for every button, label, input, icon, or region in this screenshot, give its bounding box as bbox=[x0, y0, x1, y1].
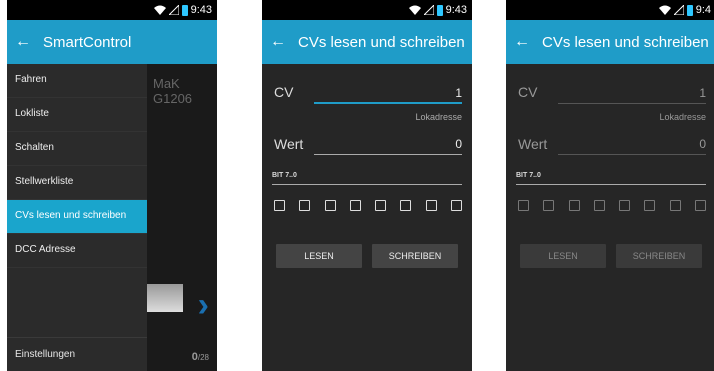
app-bar: ← CVs lesen und schreiben bbox=[262, 20, 472, 64]
screen-title: CVs lesen und schreiben bbox=[542, 33, 709, 51]
drive-screen-behind: MaK G1206 › 0/28 bbox=[147, 64, 217, 371]
wert-input[interactable]: 0 bbox=[314, 135, 462, 155]
bit-3-checkbox[interactable] bbox=[375, 200, 387, 211]
status-time: 9:4 bbox=[695, 4, 711, 16]
app-bar: ← CVs lesen und schreiben bbox=[506, 20, 714, 64]
drawer-item-stellwerkliste[interactable]: Stellwerkliste bbox=[7, 166, 147, 200]
next-arrow-icon[interactable]: › bbox=[198, 286, 209, 325]
wifi-icon bbox=[408, 5, 421, 15]
loco-name: MaK G1206 bbox=[153, 76, 193, 106]
bit-3-checkbox[interactable] bbox=[619, 200, 631, 211]
bit-checkboxes bbox=[518, 200, 706, 211]
cv-hint: Lokadresse bbox=[415, 112, 462, 122]
bit-label: BIT 7..0 bbox=[516, 172, 541, 179]
drawer-item-cvs[interactable]: CVs lesen und schreiben bbox=[7, 200, 147, 234]
bit-2-checkbox[interactable] bbox=[644, 200, 656, 211]
back-arrow-icon[interactable]: ← bbox=[262, 33, 290, 51]
bit-7-checkbox[interactable] bbox=[274, 200, 285, 211]
app-title: SmartControl bbox=[43, 33, 132, 51]
drawer-item-einstellungen[interactable]: Einstellungen bbox=[7, 337, 147, 371]
cv-screen: 9:43 ← CVs lesen und schreiben CV 1 Loka… bbox=[262, 0, 472, 371]
wifi-icon bbox=[658, 5, 671, 15]
wifi-icon bbox=[153, 5, 166, 15]
back-arrow-icon[interactable]: ← bbox=[506, 33, 534, 51]
bit-divider bbox=[272, 184, 462, 185]
bit-6-checkbox[interactable] bbox=[543, 200, 555, 211]
locomotive-image bbox=[147, 284, 183, 312]
cv-form: CV 1 Lokadresse Wert 0 BIT 7..0 LESEN SC… bbox=[506, 64, 714, 371]
signal-icon bbox=[168, 5, 179, 15]
status-time: 9:43 bbox=[190, 4, 212, 16]
bit-divider bbox=[516, 184, 706, 185]
status-bar: 9:4 bbox=[506, 0, 714, 20]
bit-1-checkbox[interactable] bbox=[669, 200, 681, 211]
navigation-drawer: Fahren Lokliste Schalten Stellwerkliste … bbox=[7, 64, 147, 371]
bit-5-checkbox[interactable] bbox=[568, 200, 580, 211]
screen-title: CVs lesen und schreiben bbox=[298, 33, 465, 51]
read-button[interactable]: LESEN bbox=[520, 244, 606, 268]
cv-screen-disabled: 9:4 ← CVs lesen und schreiben CV 1 Lokad… bbox=[506, 0, 714, 371]
wert-label: Wert bbox=[518, 136, 548, 152]
drawer-item-schalten[interactable]: Schalten bbox=[7, 132, 147, 166]
wert-input[interactable]: 0 bbox=[558, 135, 706, 155]
loco-counter: 0/28 bbox=[192, 351, 209, 363]
app-bar: ← SmartControl bbox=[7, 20, 217, 64]
status-bar: 9:43 bbox=[7, 0, 217, 20]
bit-6-checkbox[interactable] bbox=[299, 200, 311, 211]
wert-label: Wert bbox=[274, 136, 304, 152]
bit-4-checkbox[interactable] bbox=[593, 200, 605, 211]
battery-icon bbox=[181, 4, 188, 16]
bit-0-checkbox[interactable] bbox=[694, 200, 706, 211]
cv-input[interactable]: 1 bbox=[558, 84, 706, 104]
write-button[interactable]: SCHREIBEN bbox=[616, 244, 702, 268]
write-button[interactable]: SCHREIBEN bbox=[372, 244, 458, 268]
bit-7-checkbox[interactable] bbox=[518, 200, 529, 211]
battery-icon bbox=[686, 4, 693, 16]
read-button[interactable]: LESEN bbox=[276, 244, 362, 268]
battery-icon bbox=[436, 4, 443, 16]
bit-5-checkbox[interactable] bbox=[324, 200, 336, 211]
cv-form: CV 1 Lokadresse Wert 0 BIT 7..0 LESEN SC… bbox=[262, 64, 472, 371]
cv-hint: Lokadresse bbox=[659, 112, 706, 122]
back-arrow-icon[interactable]: ← bbox=[7, 33, 35, 51]
signal-icon bbox=[673, 5, 684, 15]
cv-label: CV bbox=[274, 84, 294, 100]
status-bar: 9:43 bbox=[262, 0, 472, 20]
bit-label: BIT 7..0 bbox=[272, 172, 297, 179]
drawer-screen: 9:43 ← SmartControl MaK G1206 › 0/28 Fah… bbox=[7, 0, 217, 371]
counter-total: /28 bbox=[197, 353, 209, 362]
cv-label: CV bbox=[518, 84, 538, 100]
cv-input[interactable]: 1 bbox=[314, 84, 462, 104]
bit-1-checkbox[interactable] bbox=[425, 200, 437, 211]
drawer-item-fahren[interactable]: Fahren bbox=[7, 64, 147, 98]
signal-icon bbox=[423, 5, 434, 15]
drawer-item-lokliste[interactable]: Lokliste bbox=[7, 98, 147, 132]
bit-2-checkbox[interactable] bbox=[400, 200, 412, 211]
drawer-item-dcc-adresse[interactable]: DCC Adresse bbox=[7, 234, 147, 268]
bit-0-checkbox[interactable] bbox=[450, 200, 462, 211]
status-time: 9:43 bbox=[445, 4, 467, 16]
bit-4-checkbox[interactable] bbox=[349, 200, 361, 211]
bit-checkboxes bbox=[274, 200, 462, 211]
